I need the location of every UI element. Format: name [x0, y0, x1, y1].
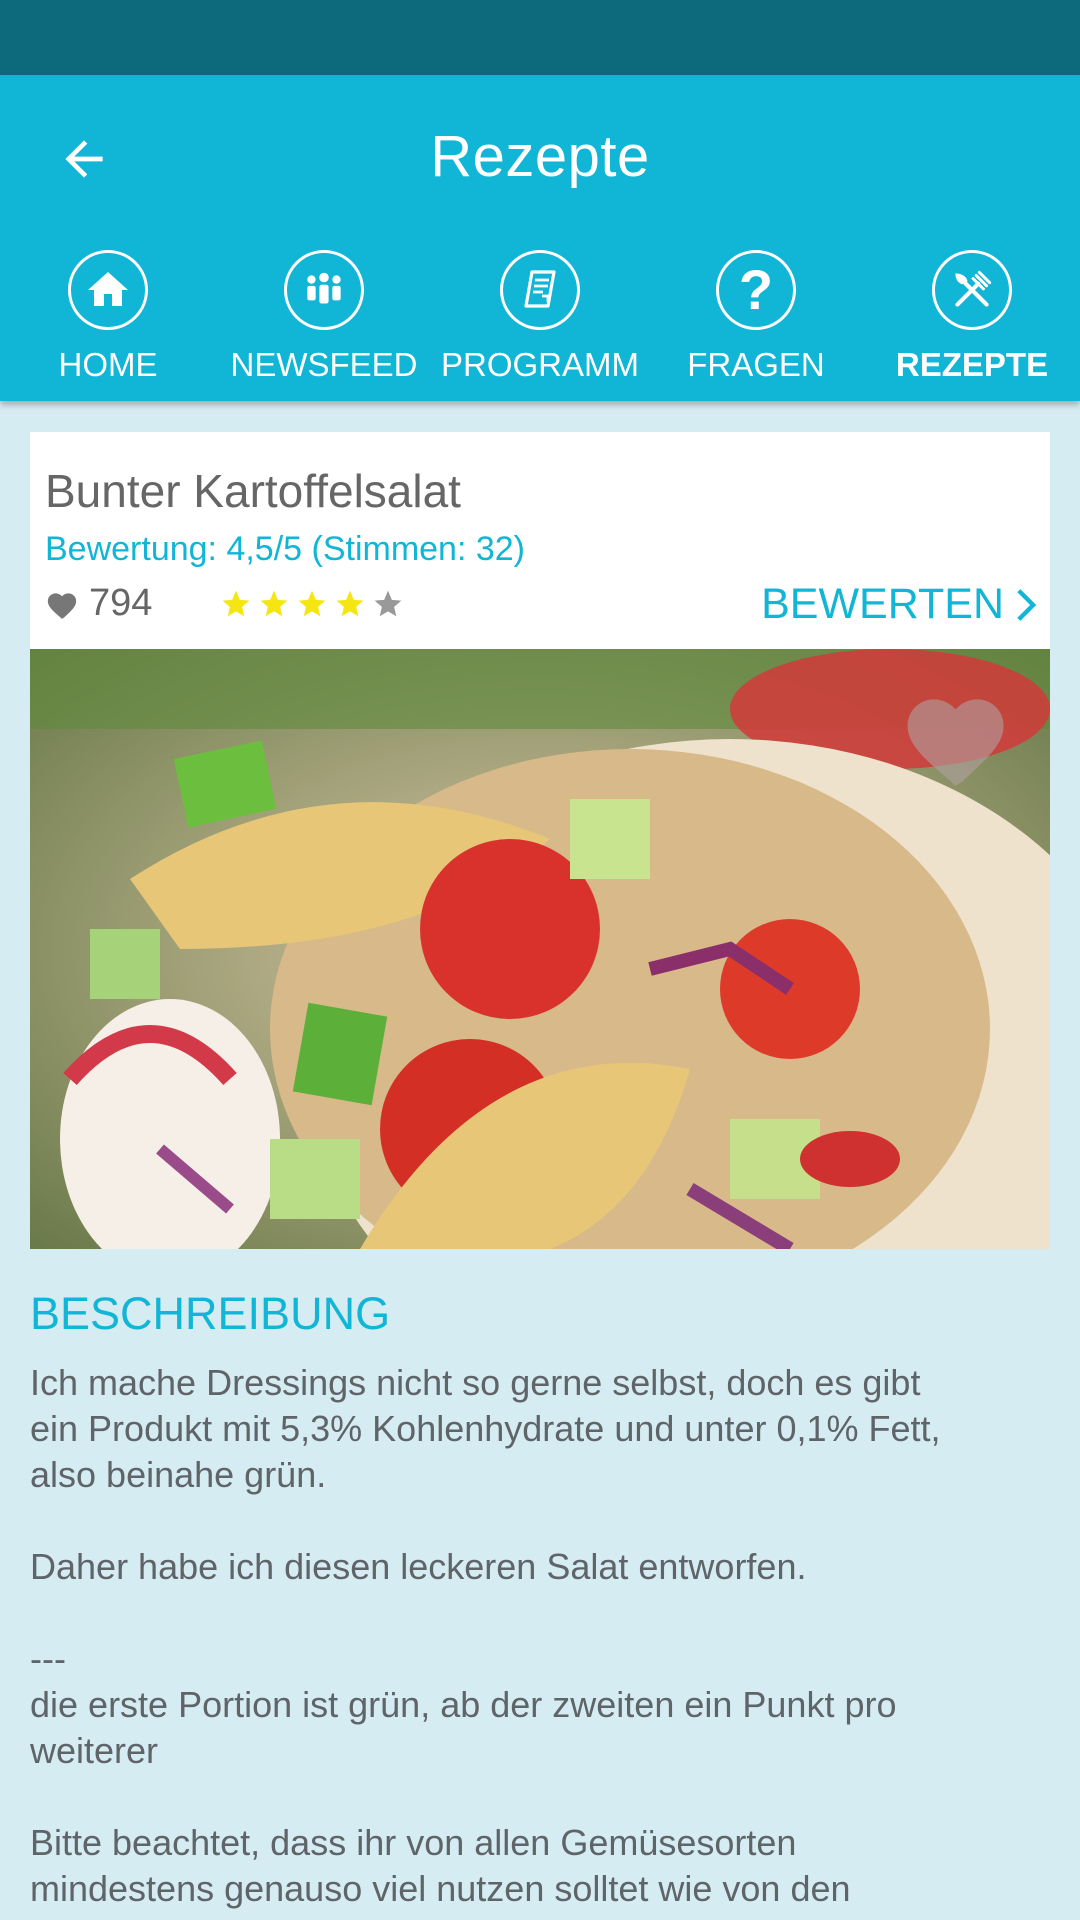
tab-home[interactable]: HOME	[0, 250, 216, 400]
heart-icon	[47, 592, 77, 619]
app-header: Rezepte HOME NEWSFEED PROGRAMM ? FRAGEN …	[0, 75, 1080, 401]
tab-fragen-label: FRAGEN	[687, 346, 825, 383]
rating-summary: Bewertung: 4,5/5 (Stimmen: 32)	[45, 530, 526, 568]
chevron-right-icon	[1017, 588, 1037, 621]
tab-newsfeed[interactable]: NEWSFEED	[216, 250, 432, 400]
home-icon	[68, 250, 148, 330]
star-icon-filled	[336, 590, 364, 617]
tab-fragen[interactable]: ? FRAGEN	[648, 250, 864, 400]
question-icon: ?	[716, 250, 796, 330]
recipe-card: Bunter Kartoffelsalat Bewertung: 4,5/5 (…	[30, 432, 1050, 649]
description-line	[30, 1774, 1030, 1820]
rate-button-label: BEWERTEN	[761, 580, 1004, 628]
star-icon-empty	[374, 590, 402, 617]
tab-programm-label: PROGRAMM	[441, 346, 639, 383]
tab-programm[interactable]: PROGRAMM	[432, 250, 648, 400]
people-icon	[284, 250, 364, 330]
description-line: die erste Portion ist grün, ab der zweit…	[30, 1684, 897, 1725]
fork-knife-icon	[932, 250, 1012, 330]
description-line: ---	[30, 1638, 66, 1679]
tab-newsfeed-label: NEWSFEED	[230, 346, 418, 383]
likes-count: 794	[45, 582, 152, 625]
star-icon-filled	[222, 590, 250, 617]
document-icon	[500, 250, 580, 330]
description-line: Daher habe ich diesen leckeren Salat ent…	[30, 1546, 807, 1587]
description-line: mindestens genauso viel nutzen solltet w…	[30, 1868, 851, 1909]
recipe-image	[30, 649, 1050, 1249]
recipe-title: Bunter Kartoffelsalat	[45, 465, 461, 517]
description-line: Ich mache Dressings nicht so gerne selbs…	[30, 1362, 921, 1403]
rate-button[interactable]: BEWERTEN	[761, 580, 1038, 629]
description-line: also beinahe grün.	[30, 1454, 327, 1495]
section-heading-description: BESCHREIBUNG	[30, 1288, 391, 1339]
nav-tabs: HOME NEWSFEED PROGRAMM ? FRAGEN REZEPTE	[0, 250, 1080, 400]
status-bar	[0, 0, 1080, 75]
description-line: ein Produkt mit 5,3% Kohlenhydrate und u…	[30, 1408, 941, 1449]
star-rating	[220, 588, 404, 620]
tab-rezepte[interactable]: REZEPTE	[864, 250, 1080, 400]
description-line: Bitte beachtet, dass ihr von allen Gemüs…	[30, 1822, 797, 1863]
description-line	[30, 1590, 1030, 1636]
description-line: weiterer	[30, 1730, 159, 1771]
description-text: Ich mache Dressings nicht so gerne selbs…	[30, 1360, 1030, 1912]
page-title: Rezepte	[430, 124, 650, 189]
likes-value: 794	[89, 582, 153, 624]
potato-salad-photo	[30, 649, 1050, 1249]
star-icon-filled	[298, 590, 326, 617]
description-line	[30, 1498, 1030, 1544]
tab-home-label: HOME	[58, 346, 158, 383]
tab-rezepte-label: REZEPTE	[895, 346, 1049, 383]
star-icon-filled	[260, 590, 288, 617]
